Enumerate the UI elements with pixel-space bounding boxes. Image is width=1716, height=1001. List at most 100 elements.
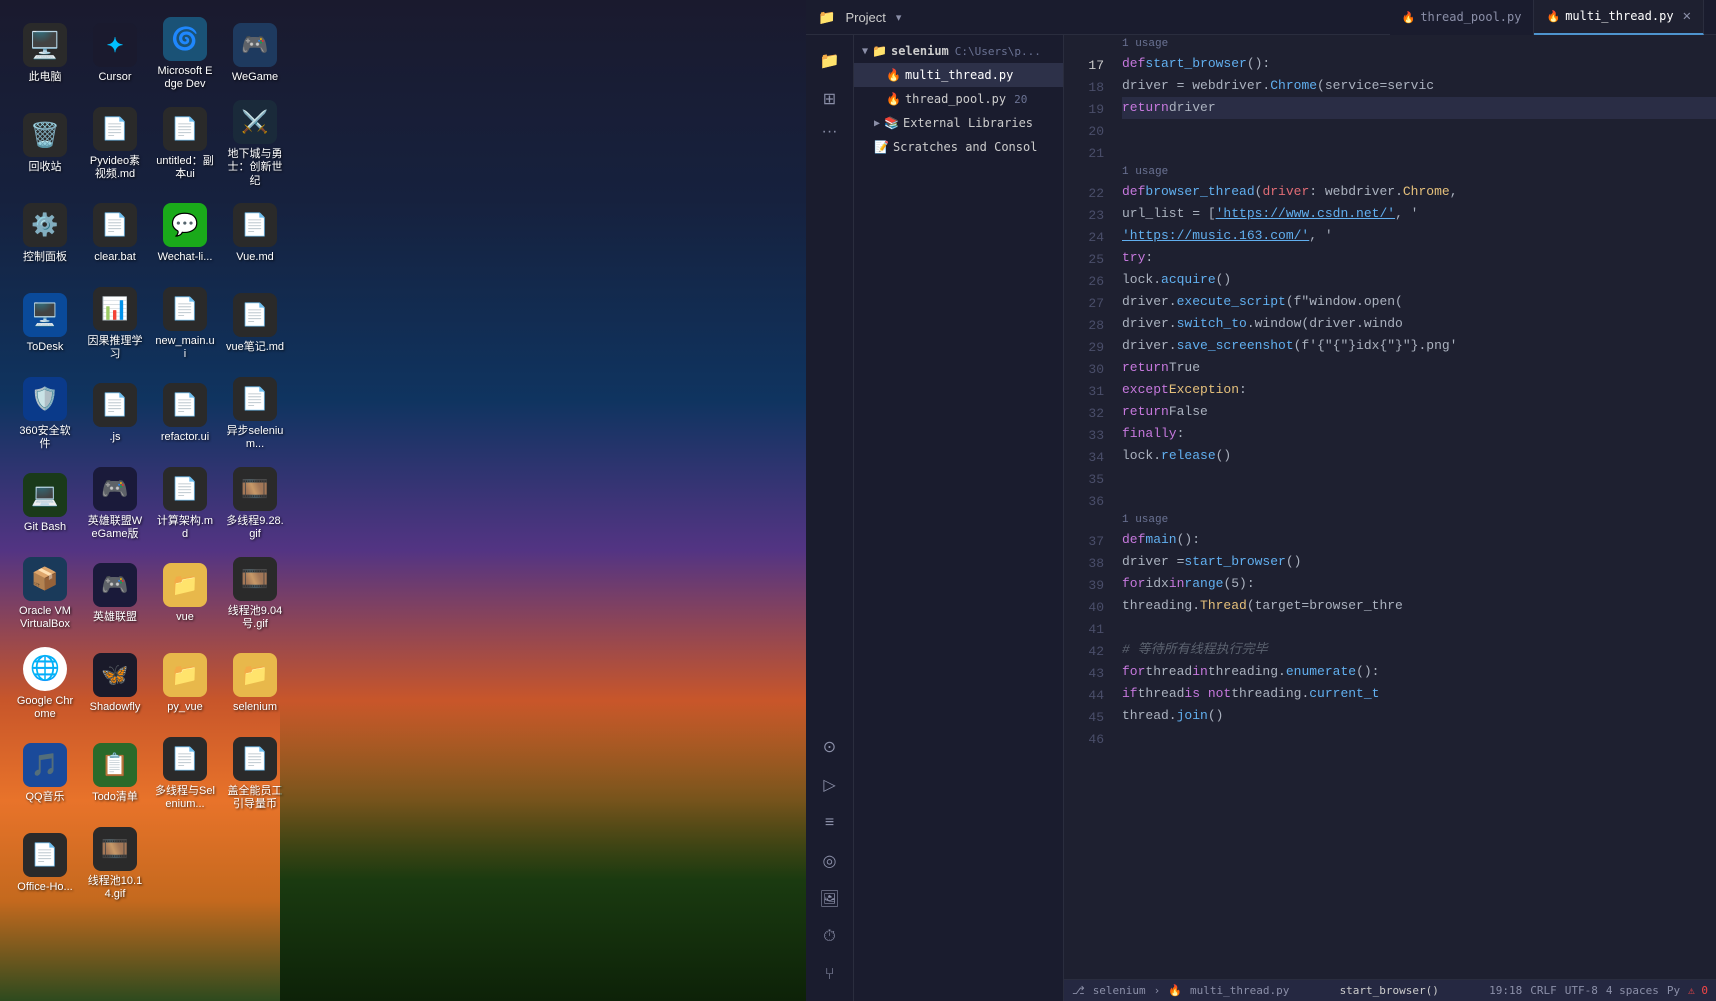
desktop-icon-chrome[interactable]: 🌐 Google Chrome: [10, 640, 80, 728]
desktop-icon-oracle[interactable]: 📦 Oracle VM VirtualBox: [10, 550, 80, 638]
desktop-icon-refactor[interactable]: 📄 refactor.ui: [150, 370, 220, 458]
sidebar-btn-run[interactable]: ⊙: [812, 729, 848, 765]
sidebar-btn-structure[interactable]: ⊞: [812, 81, 848, 117]
desktop-icon-label: Pyvideo素视频.md: [85, 155, 145, 181]
tree-item-thread-pool[interactable]: 🔥 thread_pool.py 20: [854, 87, 1063, 111]
desktop-icon-untitled[interactable]: 📄 untitled：副本ui: [150, 100, 220, 188]
desktop-icon-label: 地下城与勇士：创新世纪: [225, 148, 285, 188]
desktop-icon-label: Oracle VM VirtualBox: [15, 605, 75, 631]
desktop-icon-vue-md[interactable]: 📄 Vue.md: [220, 190, 290, 278]
code-line-26: lock.acquire(): [1122, 269, 1716, 291]
desktop-icon-duoxian-gif[interactable]: 🎞️ 多线程9.28.gif: [220, 460, 290, 548]
desktop-icon-wechat[interactable]: 💬 Wechat-li...: [150, 190, 220, 278]
branch-name: selenium: [1093, 984, 1146, 997]
desktop-icon-label: Microsoft Edge Dev: [155, 65, 215, 91]
py-file-icon: 🔥: [886, 92, 901, 106]
desktop-icon-py-vue[interactable]: 📁 py_vue: [150, 640, 220, 728]
desktop-icon-computer[interactable]: 🖥️ 此电脑: [10, 10, 80, 98]
project-label[interactable]: Project: [845, 10, 885, 25]
desktop-icon-label: clear.bat: [94, 251, 136, 264]
sidebar-btn-play[interactable]: ▷: [812, 767, 848, 803]
breadcrumb-file: multi_thread.py: [1190, 984, 1289, 997]
desktop-icon-js[interactable]: 📄 .js: [80, 370, 150, 458]
tree-item-scratches[interactable]: 📝 Scratches and Consol: [854, 135, 1063, 159]
desktop-icon-label: vue: [176, 611, 194, 624]
desktop-icon-label: selenium: [233, 701, 277, 714]
tree-root-selenium[interactable]: ▼ 📁 selenium C:\Users\p...: [854, 39, 1063, 63]
code-line-28: driver.switch_to.window(driver.windo: [1122, 313, 1716, 335]
desktop-icon-label: vue笔记.md: [226, 341, 284, 354]
desktop-icon-jiagou[interactable]: 📄 计算架构.md: [150, 460, 220, 548]
file-explorer: ▼ 📁 selenium C:\Users\p... 🔥 multi_threa…: [854, 35, 1064, 1001]
spaces[interactable]: 4 spaces: [1606, 984, 1659, 997]
code-line-39: for idx in range(5):: [1122, 573, 1716, 595]
close-icon[interactable]: ✕: [1683, 8, 1691, 24]
desktop-icon-lol[interactable]: 🎮 英雄联盟: [80, 550, 150, 638]
desktop-icon-shadowfly[interactable]: 🦋 Shadowfly: [80, 640, 150, 728]
tree-item-external-libs[interactable]: ▶ 📚 External Libraries: [854, 111, 1063, 135]
tab-thread-pool[interactable]: 🔥 thread_pool.py: [1390, 0, 1535, 35]
sidebar-btn-ui[interactable]: 🖼: [812, 881, 848, 917]
code-line-42: # 等待所有线程执行完毕: [1122, 639, 1716, 661]
sidebar-more-icon[interactable]: ···: [818, 119, 842, 145]
desktop-icon-control[interactable]: ⚙️ 控制面板: [10, 190, 80, 278]
tree-path: C:\Users\p...: [955, 45, 1041, 58]
desktop-icon-todesk[interactable]: 🖥️ ToDesk: [10, 280, 80, 368]
desktop-icon-label: Git Bash: [24, 521, 66, 534]
cursor-pos: 19:18: [1489, 984, 1522, 997]
tree-item-label: selenium: [891, 44, 949, 58]
desktop-icon-quanneng[interactable]: 📄 盖全能员工引导量币: [220, 730, 290, 818]
encoding[interactable]: UTF-8: [1565, 984, 1598, 997]
desktop-icon-vue-notes[interactable]: 📄 vue笔记.md: [220, 280, 290, 368]
desktop-icon-wegame[interactable]: 🎮 WeGame: [220, 10, 290, 98]
desktop-icon-label: 360安全软件: [15, 425, 75, 451]
line-ending[interactable]: CRLF: [1530, 984, 1557, 997]
sidebar-btn-explorer[interactable]: 📁: [812, 43, 848, 79]
desktop-icon-gitbash[interactable]: 💻 Git Bash: [10, 460, 80, 548]
desktop-icon-duoxian-selenium[interactable]: 📄 多线程与Selenium...: [150, 730, 220, 818]
code-line-24: 'https://music.163.com/', ': [1122, 225, 1716, 247]
desktop-icon-clearbat[interactable]: 📄 clear.bat: [80, 190, 150, 278]
code-line-22: def browser_thread(driver: webdriver.Chr…: [1122, 181, 1716, 203]
desktop-icon-yibu[interactable]: 📄 异步selenium...: [220, 370, 290, 458]
scratches-icon: 📝: [874, 140, 889, 154]
desktop-icon-vue-folder[interactable]: 📁 vue: [150, 550, 220, 638]
desktop-icon-dizhi[interactable]: ⚔️ 地下城与勇士：创新世纪: [220, 100, 290, 188]
py-file-icon: 🔥: [886, 68, 901, 82]
desktop-icon-recycle[interactable]: 🗑️ 回收站: [10, 100, 80, 188]
desktop-icon-office[interactable]: 📄 Office-Ho...: [10, 820, 80, 908]
desktop-icon-siwei[interactable]: 📊 因果推理学习: [80, 280, 150, 368]
sidebar-btn-vcs[interactable]: ⑂: [812, 957, 848, 993]
desktop-icon-360[interactable]: 🛡️ 360安全软件: [10, 370, 80, 458]
desktop-icon-todo[interactable]: 📋 Todo清单: [80, 730, 150, 818]
desktop-icon-selenium-folder[interactable]: 📁 selenium: [220, 640, 290, 728]
desktop-icon-label: 计算架构.md: [155, 515, 215, 541]
desktop-icon-cursor[interactable]: ✦ Cursor: [80, 10, 150, 98]
desktop-icon-pyvideo[interactable]: 📄 Pyvideo素视频.md: [80, 100, 150, 188]
tree-item-multi-thread[interactable]: 🔥 multi_thread.py: [854, 63, 1063, 87]
desktop-icon-label: 多线程与Selenium...: [155, 785, 215, 811]
desktop-icon-xianchi-1014[interactable]: 🎞️ 线程池10.14.gif: [80, 820, 150, 908]
desktop-icon-label: new_main.ui: [155, 335, 215, 361]
desktop-icon-lol-wegame[interactable]: 🎮 英雄联盟WeGame版: [80, 460, 150, 548]
project-chevron: ▾: [896, 11, 902, 24]
desktop-icon-edge[interactable]: 🌀 Microsoft Edge Dev: [150, 10, 220, 98]
code-content[interactable]: 1 usage def start_browser(): driver = we…: [1114, 35, 1716, 979]
desktop-icon-qqmusic[interactable]: 🎵 QQ音乐: [10, 730, 80, 818]
tab-multi-thread-label: multi_thread.py: [1565, 9, 1673, 23]
chevron-right-icon: ▶: [874, 118, 880, 129]
sidebar-btn-record[interactable]: ◎: [812, 843, 848, 879]
language[interactable]: Py: [1667, 984, 1680, 997]
sidebar-btn-problems[interactable]: ⏱: [812, 919, 848, 955]
error-count: ⚠ 0: [1688, 984, 1708, 997]
code-line-40: threading.Thread(target=browser_thre: [1122, 595, 1716, 617]
code-line-37: def main():: [1122, 529, 1716, 551]
code-line-45: thread.join(): [1122, 705, 1716, 727]
desktop-icon-new-main[interactable]: 📄 new_main.ui: [150, 280, 220, 368]
code-line-25: try:: [1122, 247, 1716, 269]
sidebar-btn-layers[interactable]: ≡: [812, 805, 848, 841]
desktop-icon-label: Shadowfly: [90, 701, 141, 714]
desktop-icon-xianchi-gif[interactable]: 🎞️ 线程池9.04号.gif: [220, 550, 290, 638]
tab-multi-thread[interactable]: 🔥 multi_thread.py ✕: [1534, 0, 1704, 35]
desktop-icon-label: 英雄联盟: [93, 611, 137, 624]
